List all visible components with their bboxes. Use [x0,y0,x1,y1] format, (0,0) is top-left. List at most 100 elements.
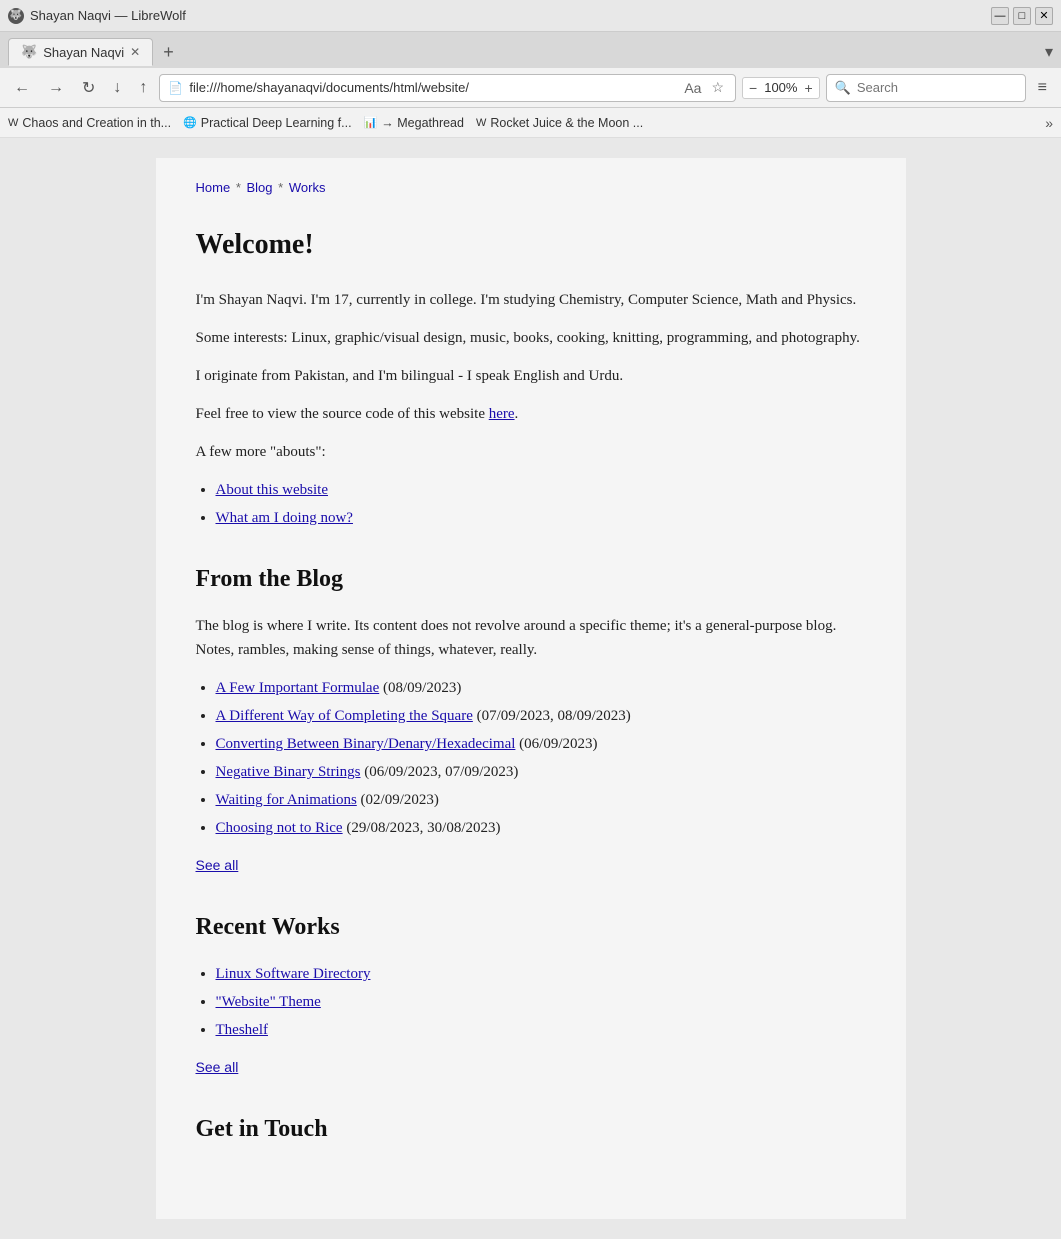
menu-button[interactable]: ≡ [1032,75,1053,101]
title-bar: 🐺 Shayan Naqvi — LibreWolf — □ ✕ [0,0,1061,32]
zoom-level: 100% [761,80,800,95]
breadcrumb-home[interactable]: Home [196,180,231,195]
list-item: Negative Binary Strings (06/09/2023, 07/… [216,760,866,784]
bookmark-label-1: Practical Deep Learning f... [201,116,352,130]
search-bar[interactable]: 🔍 [826,74,1026,102]
zoom-in-button[interactable]: + [802,80,814,96]
app-icon: 🐺 [8,8,24,24]
address-bar-actions: Aa ☆ [681,77,727,98]
back-button[interactable]: ← [8,75,36,101]
doing-now-link[interactable]: What am I doing now? [216,510,353,526]
blog-post-0[interactable]: A Few Important Formulae [216,680,380,696]
reader-mode-button[interactable]: Aa [681,78,704,98]
window-controls[interactable]: — □ ✕ [991,7,1053,25]
minimize-button[interactable]: — [991,7,1009,25]
bookmark-star-button[interactable]: ☆ [708,77,727,98]
share-button[interactable]: ↑ [133,75,153,101]
breadcrumb-works[interactable]: Works [289,180,326,195]
bookmark-label-0: Chaos and Creation in th... [22,116,171,130]
zoom-out-button[interactable]: − [747,80,759,96]
bookmarks-more-button[interactable]: » [1045,115,1053,131]
blog-post-5-date: (29/08/2023, 30/08/2023) [346,820,500,836]
bookmark-icon-1: 🌐 [183,116,197,129]
welcome-para-4: Feel free to view the source code of thi… [196,402,866,426]
window-title: Shayan Naqvi — LibreWolf [30,8,186,23]
download-button[interactable]: ↓ [107,75,127,101]
list-item: "Website" Theme [216,990,866,1014]
bookmark-item-2[interactable]: 📊 → Megathread [364,116,464,130]
bookmark-icon-2: 📊 [364,116,378,129]
tab-favicon: 🐺 [21,44,37,60]
tab-label: Shayan Naqvi [43,45,124,60]
blog-section: From the Blog The blog is where I write.… [196,560,866,878]
search-icon: 🔍 [835,80,851,96]
list-item: Waiting for Animations (02/09/2023) [216,788,866,812]
bookmark-item-3[interactable]: W Rocket Juice & the Moon ... [476,116,643,130]
welcome-section: Welcome! I'm Shayan Naqvi. I'm 17, curre… [196,223,866,530]
bookmark-item-0[interactable]: W Chaos and Creation in th... [8,116,171,130]
welcome-para-4-prefix: Feel free to view the source code of thi… [196,406,489,422]
contact-section: Get in Touch [196,1110,866,1148]
list-item: Choosing not to Rice (29/08/2023, 30/08/… [216,816,866,840]
blog-post-3[interactable]: Negative Binary Strings [216,764,361,780]
tab-dropdown-button[interactable]: ▾ [1045,42,1053,62]
list-item: Linux Software Directory [216,962,866,986]
list-item: What am I doing now? [216,506,866,530]
list-item: Converting Between Binary/Denary/Hexadec… [216,732,866,756]
welcome-para-1: I'm Shayan Naqvi. I'm 17, currently in c… [196,288,866,312]
blog-post-1[interactable]: A Different Way of Completing the Square [216,708,473,724]
maximize-button[interactable]: □ [1013,7,1031,25]
tab-close-button[interactable]: ✕ [130,45,140,59]
list-item: A Few Important Formulae (08/09/2023) [216,676,866,700]
active-tab[interactable]: 🐺 Shayan Naqvi ✕ [8,38,153,66]
blog-post-5[interactable]: Choosing not to Rice [216,820,343,836]
address-input[interactable] [189,80,675,95]
blog-see-all-link[interactable]: See all [196,857,239,873]
bookmark-icon-0: W [8,117,18,129]
tab-bar: 🐺 Shayan Naqvi ✕ + ▾ [0,32,1061,68]
contact-heading: Get in Touch [196,1110,866,1148]
forward-button[interactable]: → [42,75,70,101]
nav-bar: ← → ↻ ↓ ↑ 📄 Aa ☆ − 100% + 🔍 ≡ [0,68,1061,108]
title-bar-left: 🐺 Shayan Naqvi — LibreWolf [8,8,186,24]
list-item: Theshelf [216,1018,866,1042]
bookmark-item-1[interactable]: 🌐 Practical Deep Learning f... [183,116,351,130]
welcome-links-list: About this website What am I doing now? [216,478,866,530]
blog-post-1-date: (07/09/2023, 08/09/2023) [477,708,631,724]
blog-post-4-date: (02/09/2023) [361,792,439,808]
breadcrumb-blog[interactable]: Blog [247,180,273,195]
new-tab-button[interactable]: + [157,40,180,65]
welcome-para-4-suffix: . [515,406,519,422]
work-item-0[interactable]: Linux Software Directory [216,966,371,982]
reload-button[interactable]: ↻ [76,74,101,102]
works-heading: Recent Works [196,908,866,946]
blog-description: The blog is where I write. Its content d… [196,614,866,662]
blog-post-2[interactable]: Converting Between Binary/Denary/Hexadec… [216,736,516,752]
breadcrumb: Home * Blog * Works [196,178,866,199]
works-list: Linux Software Directory "Website" Theme… [216,962,866,1042]
works-section: Recent Works Linux Software Directory "W… [196,908,866,1080]
source-code-link[interactable]: here [489,406,515,422]
blog-heading: From the Blog [196,560,866,598]
blog-post-4[interactable]: Waiting for Animations [216,792,357,808]
works-see-all-link[interactable]: See all [196,1059,239,1075]
search-input[interactable] [857,80,1033,95]
blog-post-2-date: (06/09/2023) [519,736,597,752]
work-item-2[interactable]: Theshelf [216,1022,268,1038]
close-button[interactable]: ✕ [1035,7,1053,25]
address-bar[interactable]: 📄 Aa ☆ [159,74,736,102]
work-item-1[interactable]: "Website" Theme [216,994,321,1010]
page-content: Home * Blog * Works Welcome! I'm Shayan … [156,158,906,1219]
bookmarks-bar: W Chaos and Creation in th... 🌐 Practica… [0,108,1061,138]
list-item: About this website [216,478,866,502]
breadcrumb-sep-2: * [278,180,283,195]
bookmark-icon-3: W [476,117,486,129]
bookmark-label-2: → Megathread [381,116,464,130]
about-website-link[interactable]: About this website [216,482,329,498]
welcome-para-2: Some interests: Linux, graphic/visual de… [196,326,866,350]
blog-post-3-date: (06/09/2023, 07/09/2023) [364,764,518,780]
blog-post-0-date: (08/09/2023) [383,680,461,696]
address-bar-page-icon: 📄 [168,81,183,95]
bookmark-label-3: Rocket Juice & the Moon ... [490,116,643,130]
list-item: A Different Way of Completing the Square… [216,704,866,728]
